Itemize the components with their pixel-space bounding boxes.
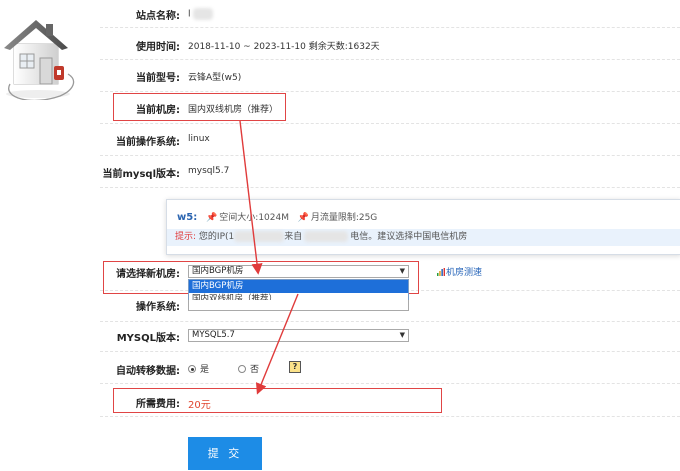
- bar-chart-icon: [437, 268, 445, 276]
- house-icon: [4, 20, 75, 100]
- ip-hint-bar: 提示: 您的IP(1 来自 电信。建议选择中国电信机房: [167, 229, 680, 246]
- plan-model: w5:: [177, 212, 198, 223]
- chevron-down-icon: ▼: [399, 267, 405, 275]
- dropdown-option-bgp[interactable]: 国内BGP机房: [189, 280, 408, 293]
- site-name-label: 站点名称:: [136, 11, 180, 22]
- current-mysql-label: 当前mysql版本:: [102, 169, 180, 180]
- chevron-down-icon: ▼: [399, 331, 405, 339]
- os-select[interactable]: [188, 300, 409, 311]
- fee-label: 所需费用:: [136, 399, 180, 410]
- space-size: 空间大小:1024M: [219, 213, 289, 223]
- fee-value: 20元: [188, 400, 211, 411]
- mysql-label: MYSQL版本:: [116, 333, 180, 344]
- room-speed-test-link[interactable]: 机房测速: [437, 265, 482, 278]
- traffic-limit: 月流量限制:25G: [310, 213, 378, 223]
- current-room-value: 国内双线机房（推荐）: [188, 105, 279, 115]
- site-name-value: l: [188, 8, 213, 20]
- redacted-blur: [304, 231, 349, 242]
- redacted-blur: [192, 8, 213, 20]
- os-label: 操作系统:: [136, 302, 180, 313]
- auto-transfer-no[interactable]: 否: [238, 362, 259, 375]
- current-os-label: 当前操作系统:: [116, 137, 180, 148]
- pin-icon: 📌: [206, 213, 218, 223]
- hint-text-ip: 您的IP(1: [198, 232, 235, 242]
- current-mysql-value: mysql5.7: [188, 166, 230, 176]
- pin-icon: 📌: [297, 213, 309, 223]
- mysql-select[interactable]: MYSQL5.7 ▼: [188, 329, 409, 342]
- radio-yes-label: 是: [200, 365, 210, 375]
- new-room-label: 请选择新机房:: [116, 269, 180, 280]
- speed-test-text: 机房测速: [446, 268, 483, 278]
- hint-text-advice: 电信。建议选择中国电信机房: [350, 232, 468, 242]
- plan-tip-panel: w5: 📌 空间大小:1024M 📌 月流量限制:25G 提示: 您的IP(1 来自电…: [166, 199, 680, 255]
- auto-transfer-label: 自动转移数据:: [116, 366, 180, 377]
- current-model-label: 当前型号:: [136, 73, 180, 84]
- submit-button[interactable]: 提 交: [188, 437, 262, 470]
- plan-summary: w5: 📌 空间大小:1024M 📌 月流量限制:25G: [177, 210, 377, 223]
- auto-transfer-yes[interactable]: 是: [188, 362, 209, 375]
- hint-prefix: 提示:: [175, 232, 197, 242]
- current-room-label: 当前机房:: [136, 105, 180, 116]
- radio-no[interactable]: [238, 365, 246, 373]
- help-icon[interactable]: ?: [289, 361, 301, 373]
- current-model-value: 云锋A型(w5): [188, 73, 242, 83]
- mysql-selected-value: MYSQL5.7: [192, 330, 235, 340]
- new-room-selected-value: 国内BGP机房: [192, 266, 244, 276]
- new-room-select[interactable]: 国内BGP机房 ▼: [188, 265, 409, 278]
- hint-text-from: 来自: [284, 232, 303, 242]
- radio-yes[interactable]: [188, 365, 196, 373]
- radio-no-label: 否: [250, 365, 260, 375]
- usage-time-label: 使用时间:: [136, 42, 180, 53]
- current-os-value: linux: [188, 134, 210, 144]
- redacted-blur: [234, 231, 285, 242]
- usage-time-value: 2018-11-10 ~ 2023-11-10 剩余天数:1632天: [188, 42, 380, 52]
